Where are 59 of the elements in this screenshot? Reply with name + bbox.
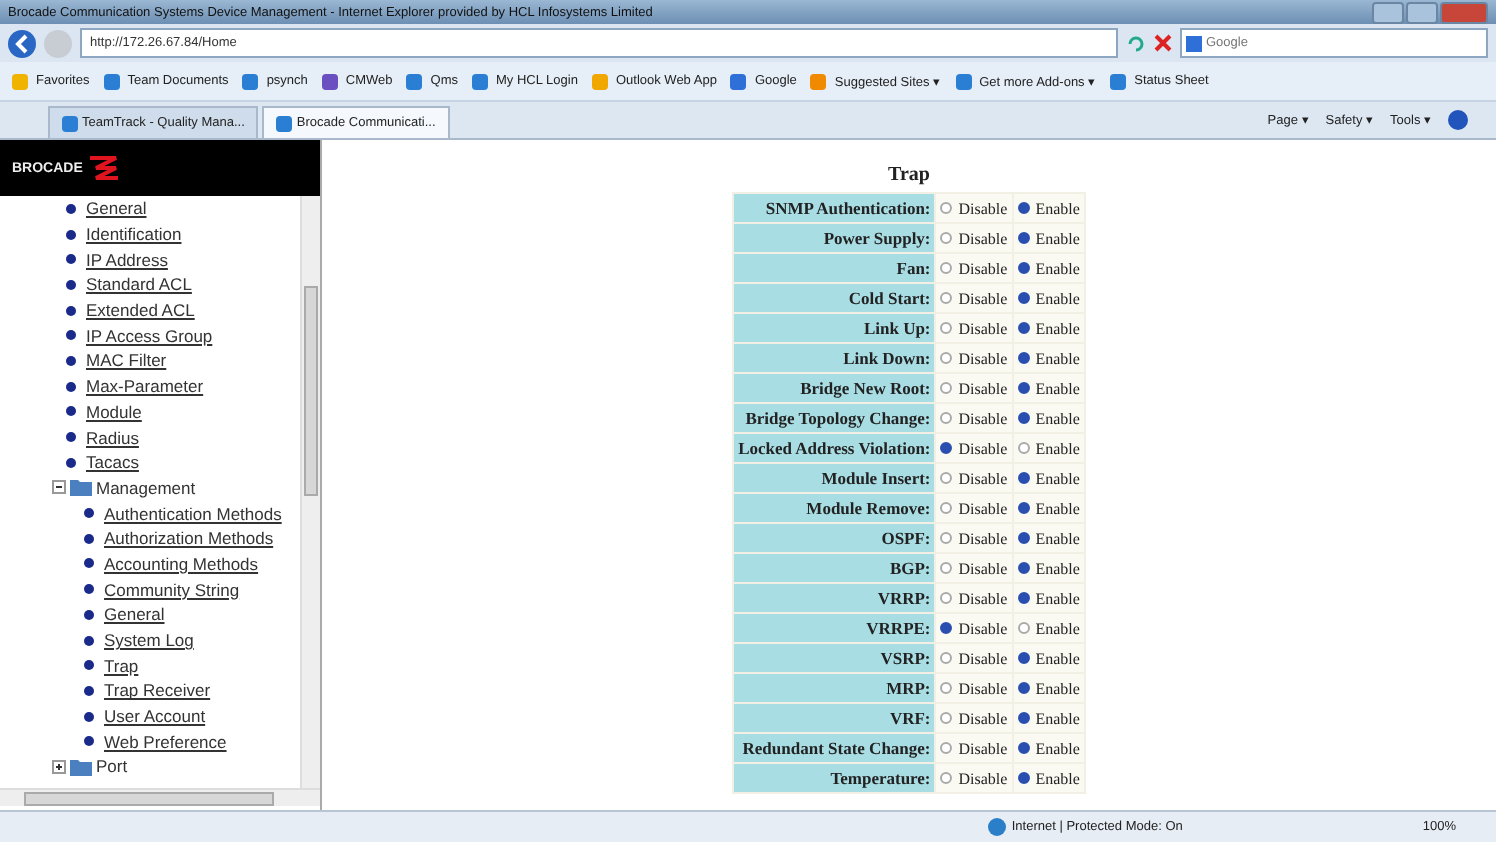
tree-link[interactable]: Accounting Methods (104, 553, 259, 574)
setting-label: BGP: (734, 554, 935, 582)
tree-link[interactable]: Trap (104, 655, 139, 676)
setting-label: SNMP Authentication: (734, 194, 935, 222)
tree-link[interactable]: System Log (104, 630, 194, 651)
setting-label: Temperature: (734, 764, 935, 792)
vertical-scrollbar[interactable] (300, 196, 320, 788)
setting-label: Link Up: (734, 314, 935, 342)
tree-folder[interactable]: Port (96, 756, 128, 777)
tree-link[interactable]: Tacacs (86, 452, 139, 473)
close-button[interactable] (1440, 1, 1488, 23)
tree-folder[interactable]: Management (96, 477, 196, 498)
tree-link[interactable]: Extended ACL (86, 300, 195, 321)
tree-link[interactable]: General (104, 604, 165, 625)
folder-icon (70, 757, 92, 776)
setting-label: VRRPE: (734, 614, 935, 642)
setting-label: Module Remove: (734, 494, 935, 522)
tree-link[interactable]: MAC Filter (86, 350, 167, 371)
tree-link[interactable]: User Account (104, 706, 206, 727)
setting-label: VRRP: (734, 584, 935, 612)
search-provider-icon (1186, 35, 1202, 51)
tree-link[interactable]: Module (86, 401, 142, 422)
tree-link[interactable]: IP Access Group (86, 325, 213, 346)
page-heading: Trap (888, 164, 930, 186)
refresh-icon[interactable] (1126, 33, 1146, 53)
setting-label: Redundant State Change: (734, 734, 935, 762)
setting-label: Link Down: (734, 344, 935, 372)
folder-icon (70, 478, 92, 497)
horizontal-scrollbar[interactable] (0, 788, 320, 806)
expander-icon[interactable] (52, 759, 66, 774)
setting-label: Locked Address Violation: (734, 434, 935, 462)
tree-link[interactable]: IP Address (86, 249, 168, 270)
setting-label: Fan: (734, 254, 935, 282)
tree-link[interactable]: General (86, 198, 147, 219)
setting-label: VSRP: (734, 644, 935, 672)
back-button[interactable] (8, 29, 36, 57)
tree-link[interactable]: Authentication Methods (104, 503, 282, 524)
stop-icon[interactable] (1154, 34, 1172, 52)
globe-icon (987, 818, 1006, 836)
minimize-button[interactable] (1372, 1, 1404, 23)
help-icon[interactable] (1448, 110, 1468, 130)
tree-link[interactable]: Web Preference (104, 731, 227, 752)
expander-icon[interactable] (52, 480, 66, 495)
tree-link[interactable]: Community String (104, 579, 240, 600)
setting-label: Module Insert: (734, 464, 935, 492)
tree-link[interactable]: Authorization Methods (104, 528, 274, 549)
maximize-button[interactable] (1406, 1, 1438, 23)
tree-link[interactable]: Identification (86, 224, 182, 245)
setting-label: Power Supply: (734, 224, 935, 252)
setting-label: OSPF: (734, 524, 935, 552)
tree-link[interactable]: Standard ACL (86, 274, 192, 295)
setting-label: MRP: (734, 674, 935, 702)
setting-label: VRF: (734, 704, 935, 732)
tree-link[interactable]: Trap Receiver (104, 680, 211, 701)
setting-label: Bridge New Root: (734, 374, 935, 402)
setting-label: Bridge Topology Change: (734, 404, 935, 432)
tree-link[interactable]: Max-Parameter (86, 376, 204, 397)
setting-label: Cold Start: (734, 284, 935, 312)
tree-link[interactable]: Radius (86, 427, 139, 448)
